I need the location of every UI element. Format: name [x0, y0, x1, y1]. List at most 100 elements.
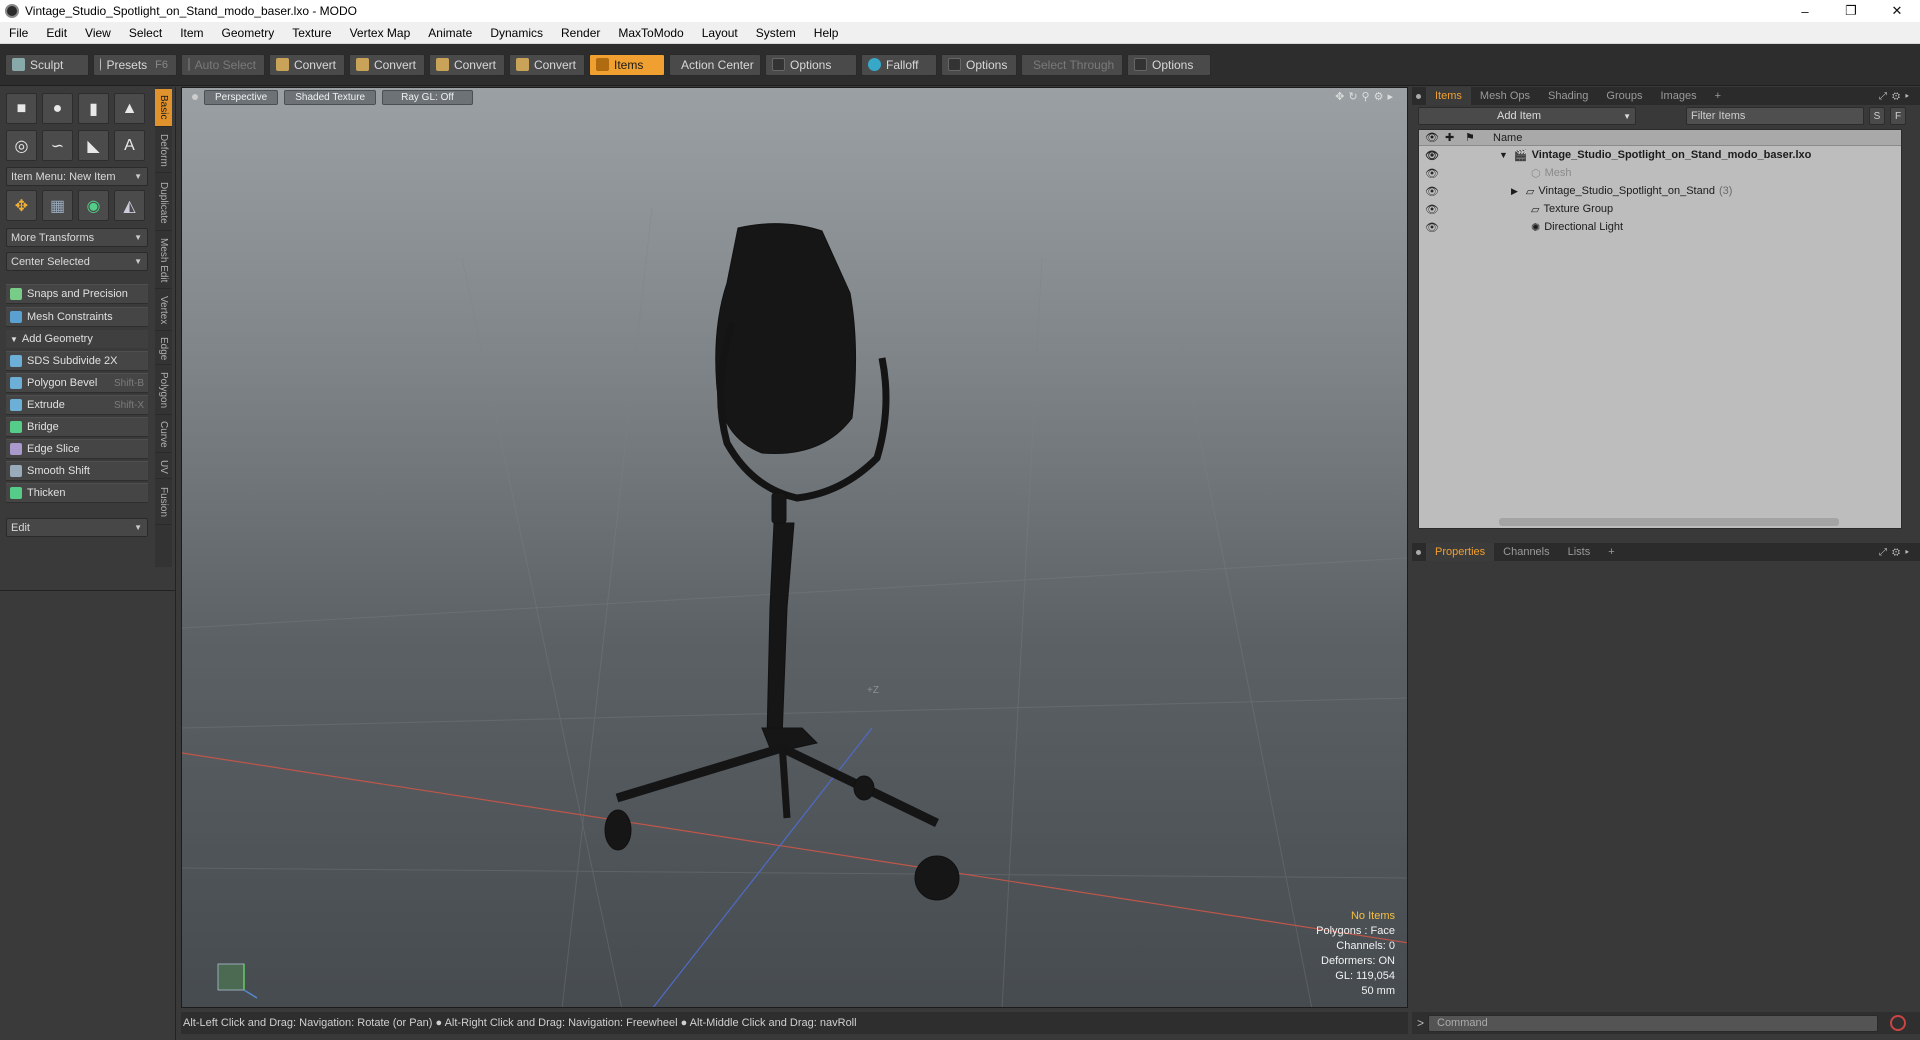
maximize-button[interactable]: ❐ [1828, 0, 1874, 22]
select-through-button[interactable]: Select Through [1021, 53, 1123, 76]
panel-expand-icon[interactable]: ⤢⚙▸ [1879, 547, 1914, 558]
close-button[interactable]: ✕ [1874, 0, 1920, 22]
tab-mesh-edit[interactable]: Mesh Edit [155, 233, 172, 289]
edge-slice-button[interactable]: Edge Slice [6, 439, 148, 459]
menu-layout[interactable]: Layout [693, 26, 747, 40]
thicken-button[interactable]: Thicken [6, 483, 148, 503]
mesh-plane-icon[interactable]: ◭ [114, 190, 145, 221]
items-mode-button[interactable]: Items [589, 53, 665, 76]
auto-select-button[interactable]: Auto Select [181, 53, 265, 76]
action-center-button[interactable]: Action Center [669, 53, 761, 76]
menu-geometry[interactable]: Geometry [213, 26, 284, 40]
eye-icon[interactable]: 👁 [1425, 185, 1439, 198]
sphere-icon[interactable]: ● [42, 93, 73, 124]
snaps-and-precision-button[interactable]: Snaps and Precision [6, 284, 148, 304]
menu-dynamics[interactable]: Dynamics [481, 26, 552, 40]
tree-row-directional-light[interactable]: 👁 ✺ Directional Light [1419, 218, 1901, 236]
eye-icon[interactable]: 👁 [1425, 149, 1439, 162]
panel-expand-icon[interactable]: ⤢⚙▸ [1879, 91, 1914, 102]
convert-items-button[interactable]: Convert [509, 53, 585, 76]
menu-file[interactable]: File [0, 26, 37, 40]
panel-menu-dot-icon[interactable] [1416, 549, 1421, 555]
tree-row-mesh[interactable]: 👁 ⬡ Mesh [1419, 164, 1901, 182]
add-geometry-section[interactable]: ▼ Add Geometry [6, 330, 148, 348]
menu-maxtomodo[interactable]: MaxToModo [609, 26, 692, 40]
tab-fusion[interactable]: Fusion [155, 481, 172, 525]
filter-items-input[interactable]: Filter Items [1686, 107, 1864, 125]
menu-select[interactable]: Select [120, 26, 171, 40]
polygon-bevel-button[interactable]: Polygon Bevel Shift-B [6, 373, 148, 393]
tab-basic[interactable]: Basic [155, 89, 172, 127]
expand-arrow-icon[interactable]: ▶ [1511, 186, 1518, 197]
add-tab-button[interactable]: + [1706, 87, 1730, 105]
convert-vertices-button[interactable]: Convert [269, 53, 345, 76]
menu-render[interactable]: Render [552, 26, 609, 40]
command-history-icon[interactable] [1890, 1015, 1906, 1031]
globe-icon[interactable]: ◉ [78, 190, 109, 221]
viewport-nav-icons[interactable]: ✥↻⚲⚙▸ [1335, 90, 1397, 103]
tab-lists[interactable]: Lists [1559, 543, 1600, 561]
falloff-button[interactable]: Falloff [861, 53, 937, 76]
torus-icon[interactable]: ◎ [6, 130, 37, 161]
smooth-shift-button[interactable]: Smooth Shift [6, 461, 148, 481]
menu-edit[interactable]: Edit [37, 26, 76, 40]
options-button-1[interactable]: Options [765, 53, 857, 76]
shading-mode-button[interactable]: Shaded Texture [284, 89, 377, 105]
add-item-dropdown[interactable]: Add Item ▼ [1418, 107, 1636, 125]
tab-items[interactable]: Items [1426, 87, 1471, 105]
eye-icon[interactable]: 👁 [1425, 167, 1439, 180]
tab-uv[interactable]: UV [155, 455, 172, 479]
item-menu-dropdown[interactable]: Item Menu: New Item ▼ [6, 167, 148, 186]
mesh-constraints-button[interactable]: Mesh Constraints [6, 307, 148, 327]
menu-vertex-map[interactable]: Vertex Map [341, 26, 420, 40]
tab-vertex[interactable]: Vertex [155, 291, 172, 331]
panel-menu-dot-icon[interactable] [1416, 93, 1421, 99]
transform-icon[interactable]: ✥ [6, 190, 37, 221]
tab-shading[interactable]: Shading [1539, 87, 1597, 105]
tree-row-texture-group[interactable]: 👁 ▱ Texture Group [1419, 200, 1901, 218]
menu-help[interactable]: Help [805, 26, 848, 40]
raygl-button[interactable]: Ray GL: Off [382, 89, 473, 105]
tab-curve[interactable]: Curve [155, 417, 172, 453]
pen-icon[interactable]: ◣ [78, 130, 109, 161]
filter-s-button[interactable]: S [1869, 107, 1885, 125]
tab-properties[interactable]: Properties [1426, 543, 1495, 561]
tab-mesh-ops[interactable]: Mesh Ops [1471, 87, 1539, 105]
options-button-3[interactable]: Options [1127, 53, 1211, 76]
eye-icon[interactable]: 👁 [1425, 221, 1439, 234]
3d-viewport[interactable]: +Z Perspective Shaded Texture Ray GL: Of… [181, 87, 1408, 1008]
tree-row-spotlight-group[interactable]: 👁 ▶ ▱ Vintage_Studio_Spotlight_on_Stand … [1419, 182, 1901, 200]
sds-subdivide-button[interactable]: SDS Subdivide 2X [6, 351, 148, 371]
viewport-menu-dot-icon[interactable] [192, 94, 198, 100]
menu-system[interactable]: System [747, 26, 805, 40]
tab-channels[interactable]: Channels [1494, 543, 1558, 561]
options-button-2[interactable]: Options [941, 53, 1017, 76]
sculpt-button[interactable]: Sculpt [5, 53, 89, 76]
tree-scrollbar[interactable] [1499, 518, 1839, 526]
expand-arrow-icon[interactable]: ▼ [1499, 150, 1508, 160]
menu-texture[interactable]: Texture [283, 26, 340, 40]
menu-item[interactable]: Item [171, 26, 212, 40]
cube-icon[interactable]: ■ [6, 93, 37, 124]
bridge-button[interactable]: Bridge [6, 417, 148, 437]
grid-icon[interactable]: ▦ [42, 190, 73, 221]
tab-duplicate[interactable]: Duplicate [155, 175, 172, 231]
more-transforms-dropdown[interactable]: More Transforms ▼ [6, 228, 148, 247]
tab-edge[interactable]: Edge [155, 333, 172, 365]
cylinder-icon[interactable]: ▮ [78, 93, 109, 124]
menu-view[interactable]: View [76, 26, 120, 40]
name-column-header[interactable]: Name [1493, 132, 1522, 144]
tab-deform[interactable]: Deform [155, 129, 172, 173]
edit-dropdown[interactable]: Edit ▼ [6, 518, 148, 537]
perspective-button[interactable]: Perspective [204, 89, 279, 105]
tab-images[interactable]: Images [1652, 87, 1706, 105]
text-tool-icon[interactable]: A [114, 130, 145, 161]
eye-icon[interactable]: 👁 [1425, 203, 1439, 216]
tab-polygon[interactable]: Polygon [155, 367, 172, 415]
cone-icon[interactable]: ▲ [114, 93, 145, 124]
extrude-button[interactable]: Extrude Shift-X [6, 395, 148, 415]
tree-row-scene[interactable]: 👁 ▼ 🎬 Vintage_Studio_Spotlight_on_Stand_… [1419, 146, 1901, 164]
add-tab-button[interactable]: + [1599, 543, 1623, 561]
convert-edges-button[interactable]: Convert [349, 53, 425, 76]
capsule-icon[interactable]: ∽ [42, 130, 73, 161]
